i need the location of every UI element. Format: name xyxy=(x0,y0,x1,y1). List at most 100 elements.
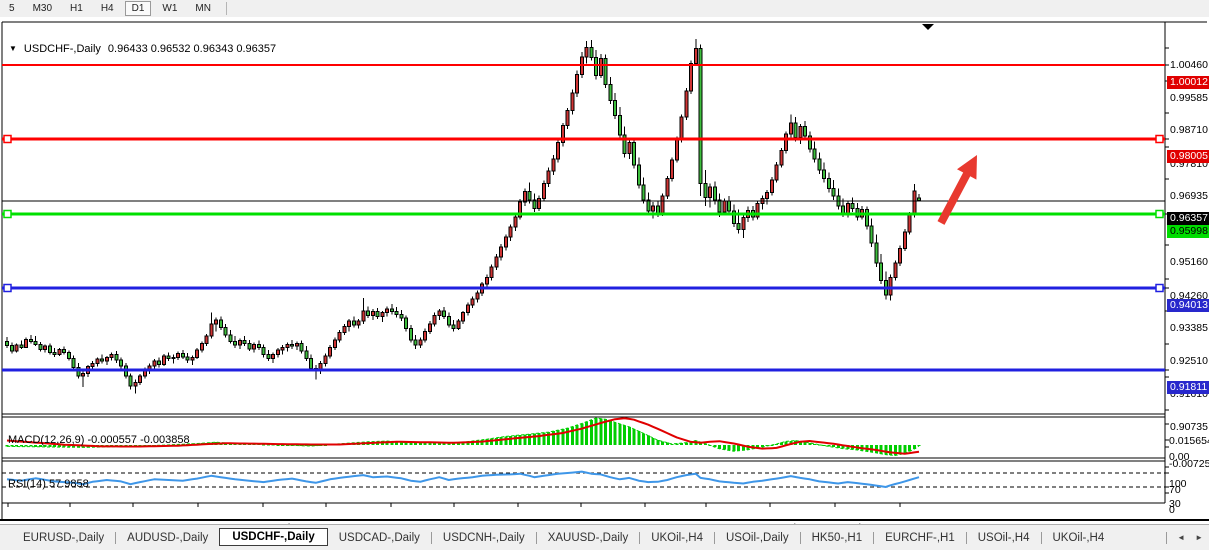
tab-usdchf-daily[interactable]: USDCHF-,Daily xyxy=(219,528,327,546)
macd-histogram-bar xyxy=(661,441,664,445)
candle-body xyxy=(880,263,883,280)
candle-body xyxy=(865,210,868,226)
candle-body xyxy=(91,364,94,367)
candle-body xyxy=(495,257,498,267)
candle-body xyxy=(476,293,479,299)
price-badge-0.98005: 0.98005 xyxy=(1167,150,1209,163)
candle-body xyxy=(105,358,108,361)
candle-body xyxy=(571,93,574,110)
candle-body xyxy=(585,47,588,57)
macd-histogram-bar xyxy=(523,435,526,445)
candle-body xyxy=(210,324,213,336)
candle-body xyxy=(799,127,802,138)
candle-body xyxy=(333,340,336,347)
tab-eurusd-daily[interactable]: EURUSD-,Daily xyxy=(12,530,115,546)
tab-usdcad-daily[interactable]: USDCAD-,Daily xyxy=(328,530,431,546)
candle-body xyxy=(20,345,23,347)
timeframe-button-H1[interactable]: H1 xyxy=(63,1,90,16)
candle-body xyxy=(205,336,208,343)
candle-body xyxy=(257,344,260,347)
macd-histogram-bar xyxy=(595,418,598,445)
macd-axis-label: 0.015654 xyxy=(1169,435,1209,448)
timeframe-button-M30[interactable]: M30 xyxy=(26,1,59,16)
toolbar-divider xyxy=(226,2,227,15)
candle-body xyxy=(376,312,379,317)
candle-body xyxy=(424,331,427,340)
candle-body xyxy=(186,357,189,360)
macd-histogram-bar xyxy=(490,438,493,445)
hline-handle-left-0.95998[interactable] xyxy=(4,211,11,218)
tab-xauusd-daily[interactable]: XAUUSD-,Daily xyxy=(537,530,640,546)
timeframe-button-MN[interactable]: MN xyxy=(188,1,218,16)
candle-body xyxy=(181,354,184,357)
macd-histogram-bar xyxy=(780,443,783,445)
tab-audusd-daily[interactable]: AUDUSD-,Daily xyxy=(116,530,219,546)
candle-body xyxy=(67,352,70,358)
tab-usdcnh-daily[interactable]: USDCNH-,Daily xyxy=(432,530,536,546)
candle-body xyxy=(728,201,731,211)
hline-handle-left-0.98005[interactable] xyxy=(4,136,11,143)
candle-body xyxy=(6,341,9,345)
candle-body xyxy=(419,340,422,345)
timeframe-button-H4[interactable]: H4 xyxy=(94,1,121,16)
timeframe-buttons: 5 M30 H1 H4 D1W1 MN xyxy=(0,1,220,16)
candle-body xyxy=(395,312,398,315)
candle-body xyxy=(552,159,555,171)
chart-canvas[interactable] xyxy=(0,17,1209,522)
candle-body xyxy=(557,143,560,159)
candle-body xyxy=(44,346,47,350)
candle-body xyxy=(466,305,469,312)
tab-ukoil-h4[interactable]: UKOil-,H4 xyxy=(640,530,714,546)
candle-body xyxy=(281,347,284,350)
chart-dropdown-icon[interactable]: ▼ xyxy=(9,44,17,53)
tab-usoil-daily[interactable]: USOil-,Daily xyxy=(715,530,800,546)
candle-body xyxy=(58,350,61,355)
candle-body xyxy=(310,358,313,368)
candle-body xyxy=(371,312,374,316)
macd-histogram-bar xyxy=(609,421,612,445)
candle-body xyxy=(656,206,659,213)
hline-handle-right-0.95998[interactable] xyxy=(1156,211,1163,218)
candle-body xyxy=(642,185,645,200)
candle-body xyxy=(15,345,18,351)
tab-scroll-divider xyxy=(1166,532,1167,544)
macd-histogram-bar xyxy=(647,436,650,445)
tab-hk50-h1[interactable]: HK50-,H1 xyxy=(801,530,874,546)
candle-body xyxy=(390,309,393,312)
candle-body xyxy=(675,140,678,160)
tab-scroll-left-icon[interactable]: ◄ xyxy=(1177,533,1185,542)
hline-handle-left-0.94013[interactable] xyxy=(4,285,11,292)
hline-handle-right-0.94013[interactable] xyxy=(1156,285,1163,292)
tab-usoil-h4[interactable]: USOil-,H4 xyxy=(967,530,1041,546)
candle-body xyxy=(690,63,693,91)
candle-body xyxy=(614,100,617,115)
price-axis-label: 0.98710 xyxy=(1170,124,1208,137)
candle-body xyxy=(699,48,702,183)
macd-histogram-bar xyxy=(889,445,892,455)
candle-body xyxy=(34,341,37,344)
candle-body xyxy=(234,341,237,345)
candle-body xyxy=(685,91,688,117)
candle-body xyxy=(272,355,275,359)
candle-body xyxy=(785,134,788,151)
candle-body xyxy=(528,192,531,200)
timeframe-button-D1[interactable]: D1 xyxy=(125,1,152,16)
timeframe-button-W1[interactable]: W1 xyxy=(155,1,184,16)
candle-body xyxy=(514,217,517,227)
chart-window[interactable]: ▼ USDCHF-,Daily 0.96433 0.96532 0.96343 … xyxy=(0,17,1209,522)
tab-eurchf-h1[interactable]: EURCHF-,H1 xyxy=(874,530,966,546)
hline-handle-right-0.98005[interactable] xyxy=(1156,136,1163,143)
candle-body xyxy=(409,329,412,340)
candle-body xyxy=(177,354,180,358)
candle-body xyxy=(291,344,294,346)
candle-body xyxy=(818,159,821,170)
tab-ukoil-h4[interactable]: UKOil-,H4 xyxy=(1042,530,1116,546)
macd-histogram-bar xyxy=(604,419,607,445)
timeframe-button-5[interactable]: 5 xyxy=(2,1,22,16)
candle-body xyxy=(713,187,716,200)
candle-body xyxy=(329,347,332,356)
candle-body xyxy=(742,218,745,230)
candle-body xyxy=(72,358,75,367)
mt4-terminal: { "toolbar": { "timeframes": [ {"label":… xyxy=(0,0,1209,549)
tab-scroll-right-icon[interactable]: ► xyxy=(1195,533,1203,542)
